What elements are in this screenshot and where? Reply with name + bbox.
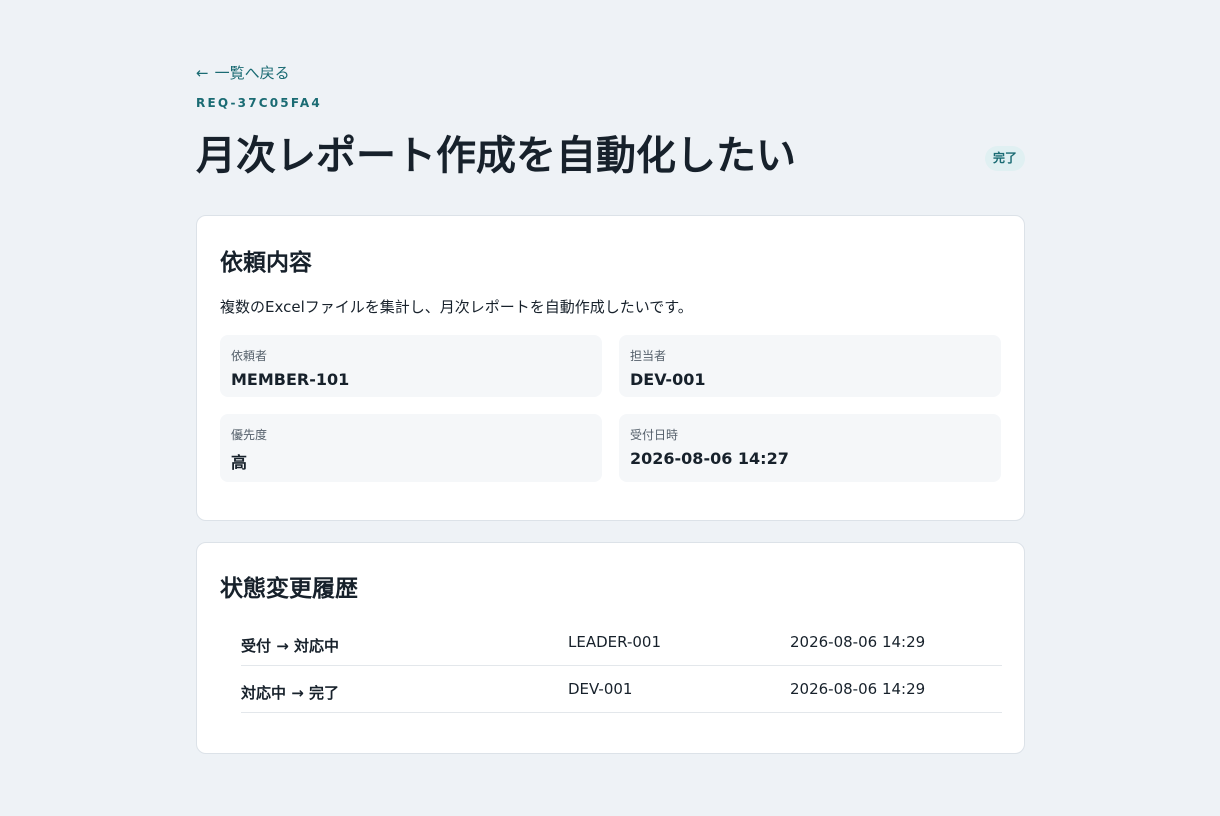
field-value: 高 [231,453,248,472]
status-history-heading: 状態変更履歴 [220,576,358,602]
field-label: 優先度 [231,428,268,442]
request-description: 複数のExcelファイルを集計し、月次レポートを自動作成したいです。 [220,298,693,316]
history-actor: LEADER-001 [568,633,661,651]
request-id: REQ-37C05FA4 [196,96,322,110]
arrow-left-icon: ← [196,63,209,82]
status-history-card: 状態変更履歴 受付 → 対応中 LEADER-001 2026-08-06 14… [196,542,1025,754]
history-row: 受付 → 対応中 LEADER-001 2026-08-06 14:29 [241,619,1002,666]
page-title: 月次レポート作成を自動化したい [196,133,796,179]
history-transition: 受付 → 対応中 [241,637,340,655]
status-history-list: 受付 → 対応中 LEADER-001 2026-08-06 14:29 対応中… [241,619,1002,713]
history-transition: 対応中 → 完了 [241,684,340,702]
history-row: 対応中 → 完了 DEV-001 2026-08-06 14:29 [241,666,1002,713]
request-details-heading: 依頼内容 [220,250,312,276]
field-label: 依頼者 [231,349,268,363]
history-time: 2026-08-06 14:29 [790,633,926,651]
page: ← 一覧へ戻る REQ-37C05FA4 月次レポート作成を自動化したい 完了 … [0,0,1220,816]
field-priority: 優先度 高 [220,414,602,482]
field-value: DEV-001 [630,370,706,389]
field-received-at: 受付日時 2026-08-06 14:27 [619,414,1001,482]
back-to-list-link[interactable]: ← 一覧へ戻る [196,62,290,83]
field-label: 受付日時 [630,428,679,442]
field-assignee: 担当者 DEV-001 [619,335,1001,397]
request-details-card: 依頼内容 複数のExcelファイルを集計し、月次レポートを自動作成したいです。 … [196,215,1025,521]
field-requester: 依頼者 MEMBER-101 [220,335,602,397]
history-time: 2026-08-06 14:29 [790,680,926,698]
history-actor: DEV-001 [568,680,633,698]
status-badge: 完了 [984,146,1025,171]
field-label: 担当者 [630,349,667,363]
back-link-label: 一覧へ戻る [214,64,290,82]
field-value: MEMBER-101 [231,370,350,389]
field-value: 2026-08-06 14:27 [630,449,789,468]
